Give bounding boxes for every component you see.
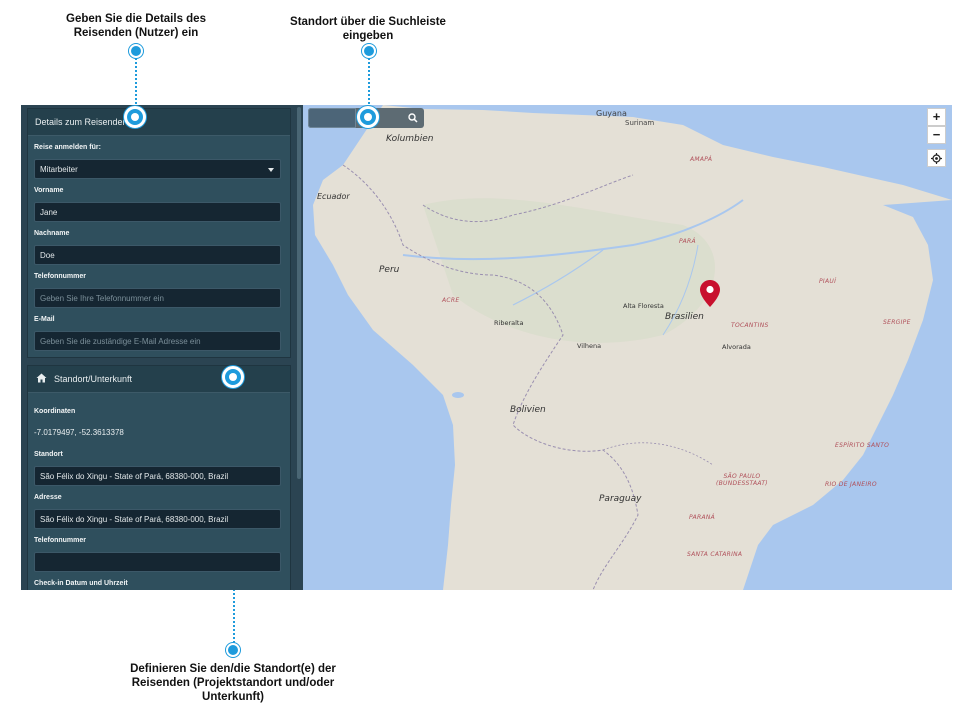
map-label-guyana: Guyana bbox=[596, 109, 627, 118]
map-label-sao-paulo: SÃO PAULO (BUNDESSTAAT) bbox=[716, 473, 768, 487]
traveler-details-header: Details zum Reisenden bbox=[28, 109, 290, 136]
location-panel: Standort/Unterkunft Koordinaten -7.01794… bbox=[27, 365, 291, 590]
chevron-down-icon bbox=[268, 168, 274, 172]
register-for-select[interactable]: Mitarbeiter bbox=[34, 159, 281, 179]
callout-search-line bbox=[368, 58, 370, 108]
search-icon[interactable] bbox=[408, 113, 418, 123]
map-label-tocantins: TOCANTINS bbox=[731, 322, 769, 329]
map-label-bolivien: Bolivien bbox=[510, 405, 546, 415]
map-label-amapa: AMAPÁ bbox=[690, 156, 713, 163]
address-label: Adresse bbox=[34, 494, 62, 501]
location-panel-title: Standort/Unterkunft bbox=[54, 374, 133, 384]
map-view[interactable]: + − Guyana Surinam Kolumbien Ecuador Per… bbox=[303, 105, 952, 590]
callout-traveler-details-dot bbox=[129, 44, 143, 58]
map-background bbox=[303, 105, 952, 590]
phone-field[interactable]: Geben Sie Ihre Telefonnummer ein bbox=[34, 288, 281, 308]
traveler-details-panel: Details zum Reisenden Reise anmelden für… bbox=[27, 108, 291, 358]
location-field[interactable]: São Félix do Xingu - State of Pará, 6838… bbox=[34, 466, 281, 486]
callout-search: Standort über die Suchleiste eingeben bbox=[290, 16, 446, 42]
zoom-out-button[interactable]: − bbox=[927, 126, 946, 144]
address-field[interactable]: São Félix do Xingu - State of Pará, 6838… bbox=[34, 509, 281, 529]
application-window: Details zum Reisenden Reise anmelden für… bbox=[21, 105, 952, 590]
map-label-rio: RIO DE JANEIRO bbox=[825, 481, 877, 488]
map-label-sergipe: SERGIPE bbox=[883, 319, 911, 326]
last-name-label: Nachname bbox=[34, 230, 70, 237]
location-label: Standort bbox=[34, 451, 63, 458]
location-panel-header: Standort/Unterkunft bbox=[28, 366, 290, 393]
email-field[interactable]: Geben Sie die zuständige E-Mail Adresse … bbox=[34, 331, 281, 351]
crosshair-icon bbox=[931, 153, 942, 164]
map-label-brasilien: Brasilien bbox=[665, 312, 704, 322]
callout-traveler-details-line bbox=[135, 58, 137, 108]
map-label-vilhena: Vilhena bbox=[577, 342, 602, 350]
first-name-label: Vorname bbox=[34, 187, 64, 194]
email-label: E-Mail bbox=[34, 316, 55, 323]
map-label-paraguay: Paraguay bbox=[599, 494, 642, 504]
map-label-peru: Peru bbox=[379, 265, 400, 275]
map-label-alta-floresta: Alta Floresta bbox=[623, 302, 664, 310]
map-label-piaui: PIAUÍ bbox=[819, 278, 837, 285]
phone-label: Telefonnummer bbox=[34, 273, 86, 280]
first-name-field[interactable]: Jane bbox=[34, 202, 281, 222]
map-label-suriname: Surinam bbox=[625, 119, 655, 127]
coordinates-label: Koordinaten bbox=[34, 408, 76, 415]
register-for-label: Reise anmelden für: bbox=[34, 144, 101, 151]
map-label-espirito-santo: ESPÍRITO SANTO bbox=[835, 442, 890, 449]
map-label-ecuador: Ecuador bbox=[317, 192, 350, 201]
callout-location-dot bbox=[226, 643, 240, 657]
locate-button[interactable] bbox=[927, 149, 946, 167]
map-label-alvorada: Alvorada bbox=[722, 343, 751, 351]
map-label-acre: ACRE bbox=[442, 297, 460, 304]
map-label-para: PARÁ bbox=[679, 238, 696, 245]
home-icon bbox=[36, 373, 47, 383]
map-search-input[interactable] bbox=[308, 108, 356, 128]
map-label-parana: PARANÁ bbox=[689, 514, 716, 521]
callout-search-marker bbox=[357, 106, 379, 128]
sidebar-scrollbar[interactable] bbox=[297, 107, 301, 479]
map-label-santa-catarina: SANTA CATARINA bbox=[687, 551, 743, 558]
map-label-kolumbien: Kolumbien bbox=[386, 134, 434, 144]
callout-location: Definieren Sie den/die Standort(e) der R… bbox=[130, 663, 336, 703]
callout-search-dot bbox=[362, 44, 376, 58]
map-label-riberalta: Riberalta bbox=[494, 319, 524, 327]
callout-location-marker bbox=[222, 366, 244, 388]
callout-traveler-details: Geben Sie die Details des Reisenden (Nut… bbox=[66, 13, 206, 39]
location-marker-icon[interactable] bbox=[700, 280, 720, 307]
last-name-field[interactable]: Doe bbox=[34, 245, 281, 265]
callout-traveler-details-marker bbox=[124, 106, 146, 128]
zoom-in-button[interactable]: + bbox=[927, 108, 946, 126]
location-phone-label: Telefonnummer bbox=[34, 537, 86, 544]
register-for-value: Mitarbeiter bbox=[40, 165, 78, 174]
coordinates-value: -7.0179497, -52.3613378 bbox=[34, 428, 124, 437]
sidebar: Details zum Reisenden Reise anmelden für… bbox=[21, 105, 303, 590]
checkin-label: Check-in Datum und Uhrzeit bbox=[34, 580, 128, 587]
location-phone-field[interactable] bbox=[34, 552, 281, 572]
